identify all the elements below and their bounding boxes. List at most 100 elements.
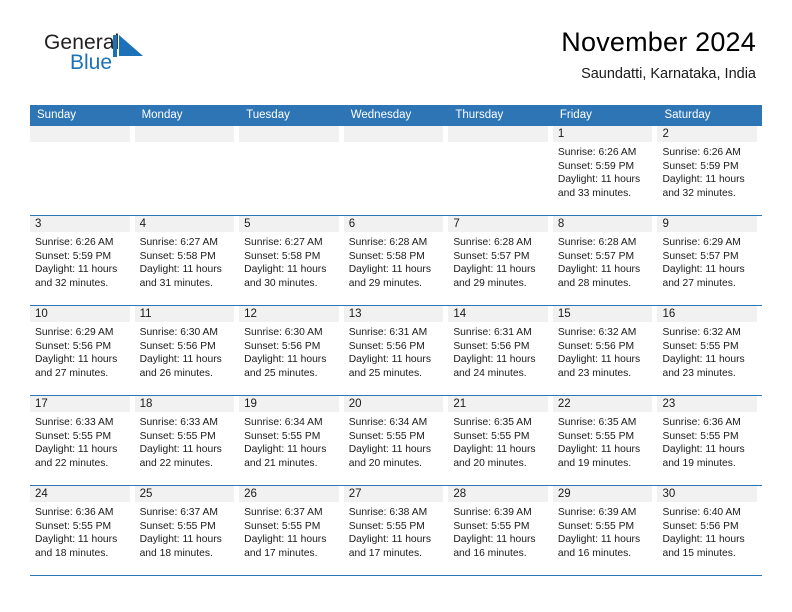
daylight-text-line1: Daylight: 11 hours [35, 354, 118, 366]
sunrise-text: Sunrise: 6:35 AM [557, 417, 637, 428]
sunrise-text: Sunrise: 6:39 AM [453, 507, 532, 518]
day-number: 25 [134, 486, 235, 502]
sunrise-text: Sunrise: 6:36 AM [662, 417, 741, 428]
calendar-day-cell[interactable]: 26 Sunrise: 6:37 AM Sunset: 5:55 PM Dayligh… [239, 486, 344, 575]
day-number: 20 [343, 396, 444, 412]
day-sun-info: Sunrise: 6:30 AM Sunset: 5:56 PM Daylight:… [135, 322, 235, 380]
calendar-day-cell[interactable]: 5 Sunrise: 6:27 AM Sunset: 5:58 PM Daylight… [239, 216, 344, 305]
sunrise-text: Sunrise: 6:34 AM [244, 417, 323, 428]
day-number: 11 [134, 306, 235, 322]
day-sun-info: Sunrise: 6:29 AM Sunset: 5:56 PM Daylight:… [30, 322, 130, 380]
calendar-day-cell[interactable]: 24 Sunrise: 6:36 AM Sunset: 5:55 PM Dayligh… [30, 486, 135, 575]
day-number: 13 [343, 306, 444, 322]
sunrise-text: Sunrise: 6:26 AM [35, 237, 114, 248]
day-sun-info: Sunrise: 6:28 AM Sunset: 5:57 PM Daylight:… [553, 232, 653, 290]
day-number: 3 [30, 216, 130, 232]
day-sun-info: Sunrise: 6:39 AM Sunset: 5:55 PM Daylight:… [448, 502, 548, 560]
calendar-week-row: 3 Sunrise: 6:26 AM Sunset: 5:59 PM Daylight… [30, 216, 762, 306]
day-number: 19 [239, 396, 339, 412]
sunset-text: Sunset: 5:55 PM [139, 430, 216, 442]
daylight-text-line2: and 17 minutes. [244, 547, 318, 559]
calendar-day-cell[interactable]: 22 Sunrise: 6:35 AM Sunset: 5:55 PM Dayligh… [552, 396, 658, 485]
daylight-text-line1: Daylight: 11 hours [348, 534, 431, 546]
day-sun-info: Sunrise: 6:36 AM Sunset: 5:55 PM Daylight:… [30, 502, 130, 560]
calendar-day-cell[interactable]: 19 Sunrise: 6:34 AM Sunset: 5:55 PM Dayligh… [239, 396, 344, 485]
calendar-day-cell[interactable]: 7 Sunrise: 6:28 AM Sunset: 5:57 PM Daylight… [448, 216, 553, 305]
triangle-logo-icon [113, 35, 146, 57]
calendar-day-cell[interactable]: 11 Sunrise: 6:30 AM Sunset: 5:56 PM Dayligh… [134, 306, 240, 395]
calendar-day-cell[interactable]: 20 Sunrise: 6:34 AM Sunset: 5:55 PM Dayligh… [343, 396, 449, 485]
calendar-day-cell-empty [239, 126, 344, 215]
sunrise-text: Sunrise: 6:31 AM [348, 327, 428, 338]
day-sun-info: Sunrise: 6:27 AM Sunset: 5:58 PM Daylight:… [135, 232, 235, 290]
calendar-day-cell[interactable]: 18 Sunrise: 6:33 AM Sunset: 5:55 PM Dayligh… [134, 396, 240, 485]
calendar-day-cell[interactable]: 8 Sunrise: 6:28 AM Sunset: 5:57 PM Daylight… [552, 216, 658, 305]
calendar-day-cell[interactable]: 21 Sunrise: 6:35 AM Sunset: 5:55 PM Dayligh… [448, 396, 553, 485]
calendar-day-cell[interactable]: 9 Sunrise: 6:29 AM Sunset: 5:57 PM Daylight… [657, 216, 762, 305]
day-number: 16 [657, 306, 758, 322]
calendar-day-cell[interactable]: 12 Sunrise: 6:30 AM Sunset: 5:56 PM Dayligh… [239, 306, 344, 395]
weekday-tuesday: Tuesday [246, 109, 290, 121]
day-sun-info: Sunrise: 6:31 AM Sunset: 5:56 PM Daylight:… [344, 322, 444, 380]
calendar-day-cell[interactable]: 13 Sunrise: 6:31 AM Sunset: 5:56 PM Dayligh… [343, 306, 449, 395]
sunrise-text: Sunrise: 6:31 AM [453, 327, 532, 338]
calendar-day-cell[interactable]: 1 Sunrise: 6:26 AM Sunset: 5:59 PM Daylight… [552, 126, 658, 215]
calendar-day-cell[interactable]: 29 Sunrise: 6:39 AM Sunset: 5:55 PM Dayligh… [552, 486, 658, 575]
weekday-sunday: Sunday [37, 109, 77, 121]
calendar-day-cell[interactable]: 4 Sunrise: 6:27 AM Sunset: 5:58 PM Daylight… [134, 216, 240, 305]
calendar-day-cell[interactable]: 23 Sunrise: 6:36 AM Sunset: 5:55 PM Dayligh… [657, 396, 762, 485]
day-sun-info: Sunrise: 6:32 AM Sunset: 5:55 PM Daylight:… [657, 322, 757, 380]
day-number: 7 [448, 216, 548, 232]
calendar-day-cell[interactable]: 27 Sunrise: 6:38 AM Sunset: 5:55 PM Dayligh… [343, 486, 449, 575]
calendar-day-cell-empty [134, 126, 240, 215]
calendar-day-cell[interactable]: 14 Sunrise: 6:31 AM Sunset: 5:56 PM Dayligh… [448, 306, 553, 395]
calendar-week-row: 1 Sunrise: 6:26 AM Sunset: 5:59 PM Daylight… [30, 126, 762, 216]
sunset-text: Sunset: 5:56 PM [244, 340, 321, 352]
title-block: November 2024 Saundatti, Karnataka, Indi… [561, 26, 756, 84]
sunset-text: Sunset: 5:56 PM [35, 340, 112, 352]
sunset-text: Sunset: 5:59 PM [662, 160, 739, 172]
calendar-day-cell[interactable]: 2 Sunrise: 6:26 AM Sunset: 5:59 PM Daylight… [657, 126, 762, 215]
daylight-text-line2: and 20 minutes. [453, 457, 527, 469]
calendar-day-cell[interactable]: 25 Sunrise: 6:37 AM Sunset: 5:55 PM Dayligh… [134, 486, 240, 575]
calendar-day-cell[interactable]: 28 Sunrise: 6:39 AM Sunset: 5:55 PM Dayligh… [448, 486, 553, 575]
weekday-saturday: Saturday [664, 109, 711, 121]
calendar-day-cell[interactable]: 3 Sunrise: 6:26 AM Sunset: 5:59 PM Daylight… [30, 216, 135, 305]
day-sun-info: Sunrise: 6:26 AM Sunset: 5:59 PM Daylight:… [657, 142, 757, 200]
calendar-day-cell[interactable]: 30 Sunrise: 6:40 AM Sunset: 5:56 PM Dayligh… [657, 486, 762, 575]
sunrise-text: Sunrise: 6:30 AM [244, 327, 323, 338]
sunset-text: Sunset: 5:56 PM [662, 520, 739, 532]
daylight-text-line1: Daylight: 11 hours [139, 354, 222, 366]
calendar-day-cell[interactable]: 16 Sunrise: 6:32 AM Sunset: 5:55 PM Dayligh… [657, 306, 762, 395]
daylight-text-line2: and 27 minutes. [35, 367, 109, 379]
sunrise-text: Sunrise: 6:37 AM [139, 507, 218, 518]
day-number: 9 [657, 216, 758, 232]
daylight-text-line2: and 15 minutes. [662, 547, 736, 559]
daylight-text-line1: Daylight: 11 hours [557, 444, 641, 456]
calendar-day-cell[interactable]: 6 Sunrise: 6:28 AM Sunset: 5:58 PM Daylight… [343, 216, 449, 305]
day-number: 12 [239, 306, 339, 322]
brand-logo[interactable]: General Blue [36, 26, 196, 86]
daylight-text-line2: and 32 minutes. [35, 277, 109, 289]
page-title: November 2024 [561, 27, 756, 57]
day-number: 17 [30, 396, 130, 412]
daylight-text-line2: and 27 minutes. [662, 277, 736, 289]
daylight-text-line1: Daylight: 11 hours [139, 534, 222, 546]
daylight-text-line2: and 21 minutes. [244, 457, 318, 469]
day-number: 18 [134, 396, 235, 412]
daylight-text-line1: Daylight: 11 hours [662, 444, 745, 456]
sunrise-text: Sunrise: 6:35 AM [453, 417, 532, 428]
daylight-text-line1: Daylight: 11 hours [139, 444, 222, 456]
sunset-text: Sunset: 5:55 PM [453, 430, 530, 442]
calendar-day-cell[interactable]: 15 Sunrise: 6:32 AM Sunset: 5:56 PM Dayligh… [552, 306, 658, 395]
sunset-text: Sunset: 5:55 PM [348, 520, 425, 532]
calendar-day-cell[interactable]: 17 Sunrise: 6:33 AM Sunset: 5:55 PM Dayligh… [30, 396, 135, 485]
daylight-text-line2: and 18 minutes. [35, 547, 109, 559]
calendar-day-cell[interactable]: 10 Sunrise: 6:29 AM Sunset: 5:56 PM Dayligh… [30, 306, 135, 395]
day-sun-info: Sunrise: 6:32 AM Sunset: 5:56 PM Daylight:… [553, 322, 653, 380]
sunrise-text: Sunrise: 6:33 AM [139, 417, 218, 428]
daylight-text-line2: and 25 minutes. [348, 367, 423, 379]
day-number: 1 [552, 126, 653, 142]
daylight-text-line1: Daylight: 11 hours [348, 264, 431, 276]
day-sun-info: Sunrise: 6:28 AM Sunset: 5:58 PM Daylight:… [344, 232, 444, 290]
